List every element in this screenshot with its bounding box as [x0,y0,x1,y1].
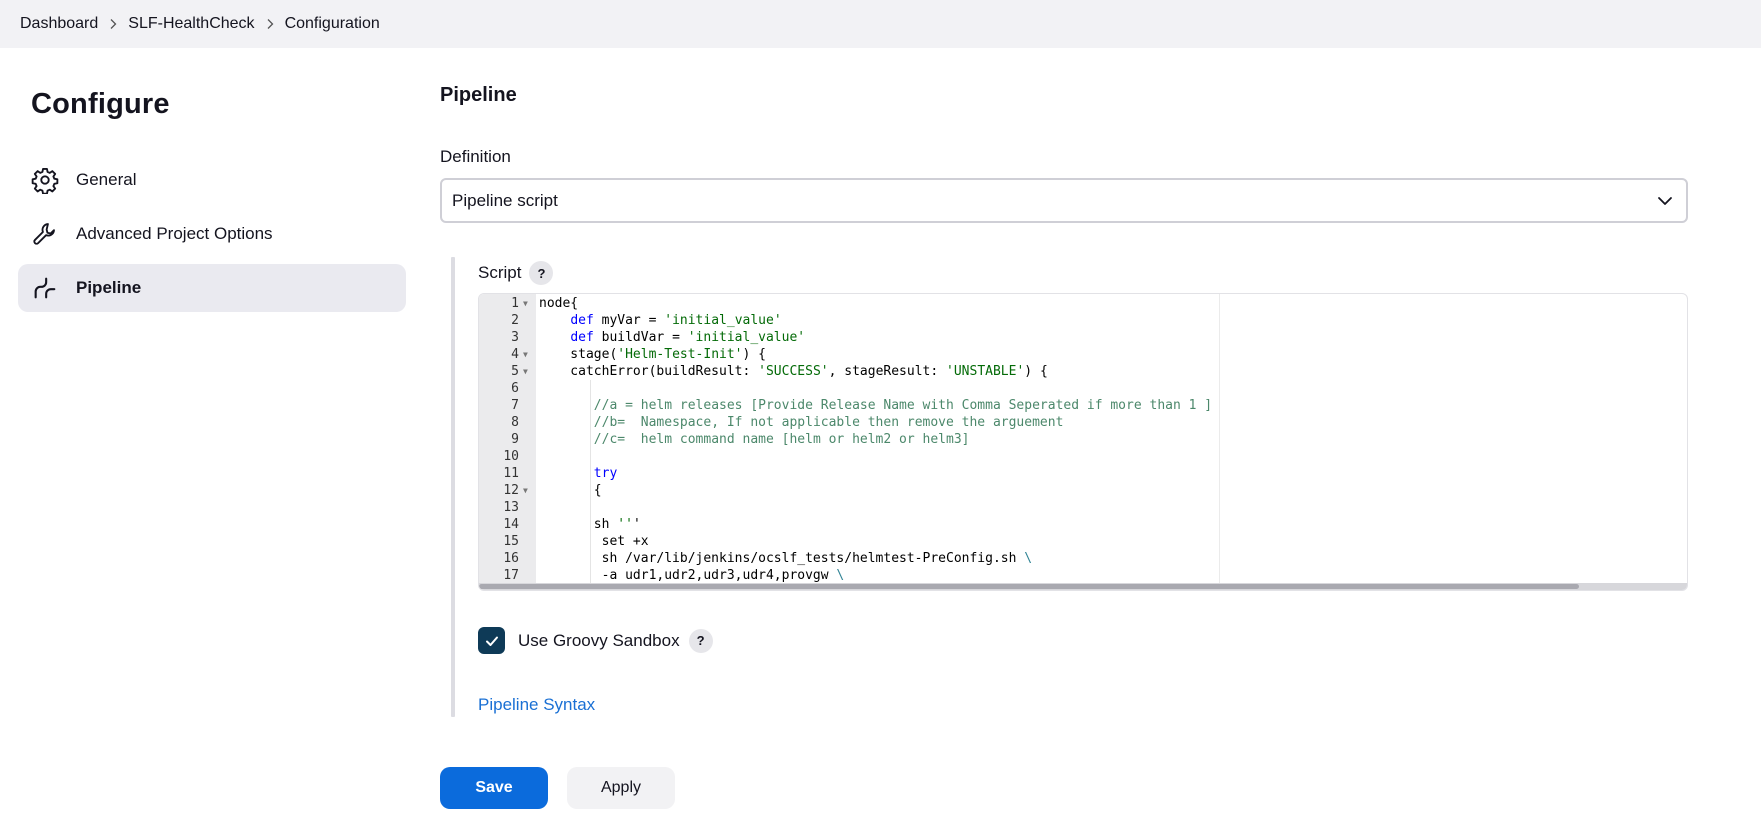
breadcrumb-project[interactable]: SLF-HealthCheck [128,15,254,33]
sandbox-help-icon[interactable]: ? [688,628,713,653]
indent-guide [590,380,592,397]
code-text: catchError(buildResult: 'SUCCESS', stage… [539,364,1048,379]
sidebar-title: Configure [31,88,170,120]
code-text: -a udr1,udr2,udr3,udr4,provgw \ [539,568,845,583]
apply-button[interactable]: Apply [567,767,675,809]
code-line[interactable]: 12 ▼ { [479,482,1687,499]
breadcrumb-configuration[interactable]: Configuration [285,15,380,33]
chevron-right-icon [255,18,285,30]
groovy-sandbox-option: Use Groovy Sandbox ? [478,627,713,654]
sidebar-item-label: Pipeline [76,278,142,297]
line-number: 16 [503,551,519,566]
code-text: def buildVar = 'initial_value' [570,330,806,345]
pipeline-syntax-link[interactable]: Pipeline Syntax [478,695,595,715]
definition-select[interactable]: Pipeline script [440,178,1688,223]
breadcrumb-dashboard[interactable]: Dashboard [20,15,98,33]
code-text: //a = helm releases [Provide Release Nam… [593,398,1213,413]
code-line[interactable]: 7 //a = helm releases [Provide Release N… [479,397,1687,414]
line-number: 7 [511,398,519,413]
line-number: 13 [503,500,519,515]
code-text: { [539,483,602,498]
sidebar-item-advanced-project-options[interactable]: Advanced Project Options [18,210,406,258]
code-line[interactable]: 4 ▼ stage('Helm-Test-Init') { [479,346,1687,363]
breadcrumb: Dashboard SLF-HealthCheck Configuration [0,0,1761,48]
indent-guide [590,499,592,516]
line-number: 8 [511,415,519,430]
code-line[interactable]: 10 [479,448,1687,465]
line-number: 1 [511,296,519,311]
section-nesting-bar [451,257,455,717]
wrench-icon [31,220,59,248]
code-line[interactable]: 16 sh /var/lib/jenkins/ocslf_tests/helmt… [479,550,1687,567]
code-line[interactable]: 2 def myVar = 'initial_value' [479,312,1687,329]
line-number: 5 [511,364,519,379]
line-number: 11 [503,466,519,481]
code-text: try [593,466,618,481]
code-text: sh /var/lib/jenkins/ocslf_tests/helmtest… [539,551,1033,566]
script-help-icon[interactable]: ? [529,261,554,285]
code-line[interactable]: 1 ▼ node{ [479,295,1687,312]
code-line[interactable]: 8 //b= Namespace, If not applicable then… [479,414,1687,431]
code-line[interactable]: 13 [479,499,1687,516]
code-text: stage('Helm-Test-Init') { [539,347,766,362]
groovy-sandbox-label: Use Groovy Sandbox [518,630,680,650]
code-line[interactable]: 17 -a udr1,udr2,udr3,udr4,provgw \ [479,567,1687,584]
code-line[interactable]: 9 //c= helm command name [helm or helm2 … [479,431,1687,448]
scrollbar-thumb[interactable] [479,584,1579,589]
code-text: sh ''' [539,517,641,532]
sidebar-item-label: Advanced Project Options [76,224,273,243]
check-icon [485,636,498,646]
sidebar-item-label: General [76,170,137,189]
code-text: def myVar = 'initial_value' [570,313,782,328]
code-lines[interactable]: 1 ▼ node{2 def myVar = 'initial_value' 3 de… [479,295,1687,590]
definition-value: Pipeline script [452,190,558,210]
groovy-sandbox-checkbox[interactable] [478,627,505,654]
save-button[interactable]: Save [440,767,548,809]
line-number: 17 [503,568,519,583]
script-label: Script ? [478,261,554,285]
line-number: 14 [503,517,519,532]
line-number: 9 [511,432,519,447]
line-number: 15 [503,534,519,549]
fold-arrow-icon[interactable]: ▼ [523,363,533,380]
code-text: node{ [539,296,579,311]
code-line[interactable]: 6 [479,380,1687,397]
gear-icon [31,166,59,194]
code-line[interactable]: 15 set +x [479,533,1687,550]
line-number: 3 [511,330,519,345]
fold-arrow-icon[interactable]: ▼ [523,346,533,363]
code-line[interactable]: 11 try [479,465,1687,482]
indent-guide [590,448,592,465]
code-line[interactable]: 14 sh ''' [479,516,1687,533]
horizontal-scrollbar[interactable] [479,583,1687,590]
line-number: 4 [511,347,519,362]
chevron-down-icon [1658,197,1672,205]
chevron-right-icon [98,18,128,30]
script-label-text: Script [478,263,522,282]
fold-arrow-icon[interactable]: ▼ [523,295,533,312]
code-line[interactable]: 5 ▼ catchError(buildResult: 'SUCCESS', st… [479,363,1687,380]
fold-arrow-icon[interactable]: ▼ [523,482,533,499]
code-text: //c= helm command name [helm or helm2 or… [593,432,970,447]
section-title: Pipeline [440,84,517,106]
line-number: 6 [511,381,519,396]
sidebar-item-general[interactable]: General [18,156,406,204]
line-number: 10 [503,449,519,464]
code-text: set +x [539,534,649,549]
sidebar-item-pipeline[interactable]: Pipeline [18,264,406,312]
definition-label: Definition [440,147,511,166]
code-line[interactable]: 3 def buildVar = 'initial_value' [479,329,1687,346]
sidebar: Configure General Advanced Project Optio… [18,86,406,318]
line-number: 12 [503,483,519,498]
code-text: //b= Namespace, If not applicable then r… [593,415,1064,430]
line-number: 2 [511,313,519,328]
script-editor[interactable]: 1 ▼ node{2 def myVar = 'initial_value' 3 de… [478,293,1688,591]
pipeline-icon [31,274,59,302]
